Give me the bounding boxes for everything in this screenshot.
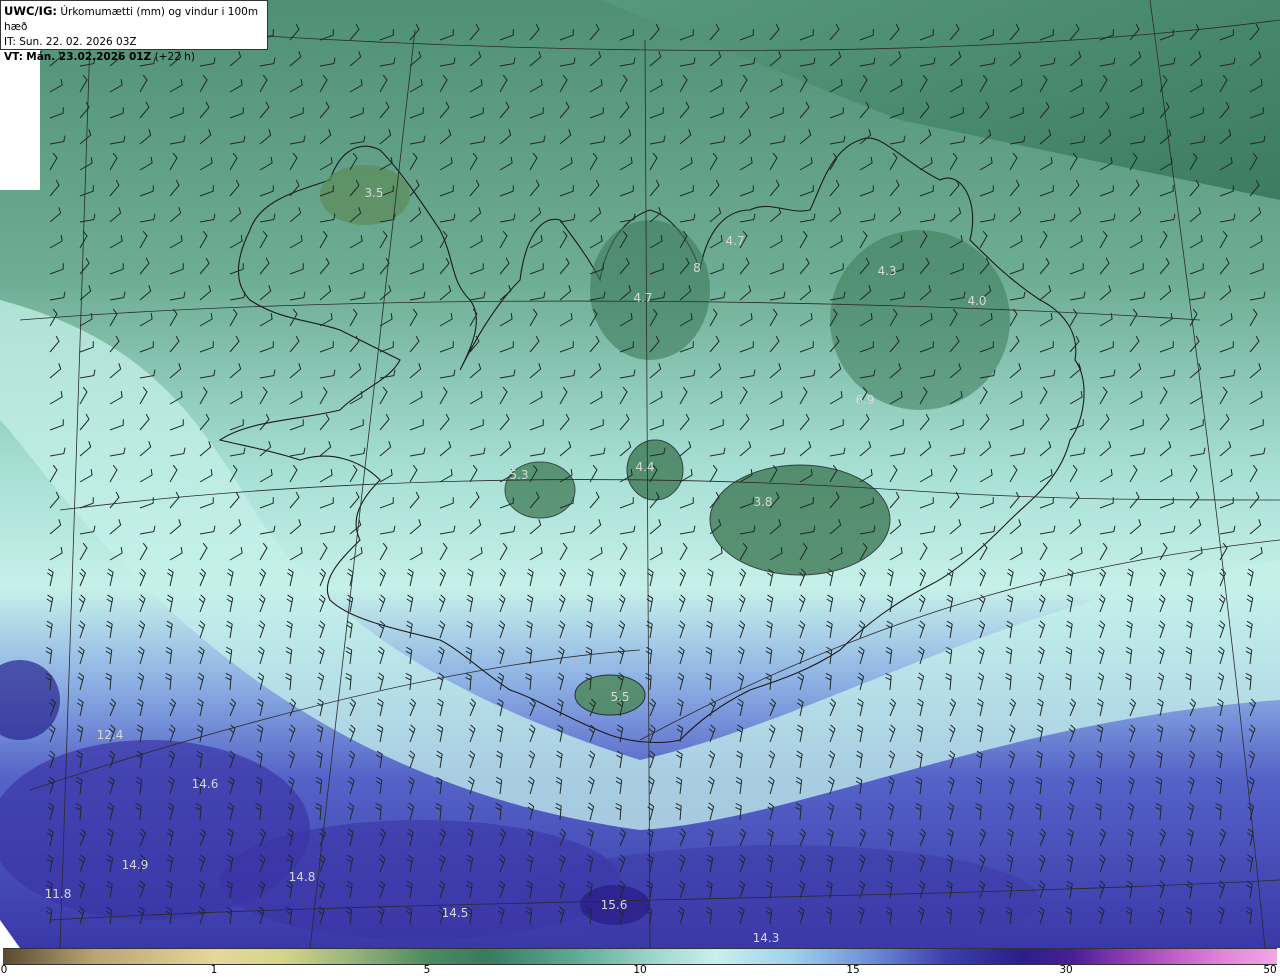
max-label-west-interior: 5.3	[509, 468, 528, 482]
colorbar-tick-15: 15	[846, 964, 860, 976]
max-label-sw-ocean-c: 14.9	[122, 858, 149, 872]
init-time: IT: Sun. 22. 02. 2026 03Z	[4, 36, 137, 48]
colorbar-tick-5: 5	[423, 964, 431, 976]
max-label-s-ocean-a: 14.8	[289, 870, 316, 884]
max-label-s-ocean-d: 14.3	[753, 931, 780, 945]
map-canvas: 3.5 4.7 4.7 8 4.3 4.0 6.9 5.3 4.4 3.8 5.5 12.4 14.6 1…	[0, 0, 1280, 948]
max-label-vatnajokull: 3.8	[753, 495, 772, 509]
lead-time: (+22 h)	[154, 51, 195, 63]
max-label-south-myrdalsjokull: 5.5	[610, 690, 629, 704]
valid-line: VT: Mán. 23.02.2026 01Z (+22 h)	[4, 50, 267, 65]
max-label-east-interior: 6.9	[855, 393, 874, 407]
valid-time: Mán. 23.02.2026 01Z	[26, 51, 152, 63]
max-label-north-central-a: 4.7	[725, 234, 744, 248]
max-label-sw-ocean-a: 12.4	[97, 728, 124, 742]
max-label-east: 4.0	[967, 294, 986, 308]
model-prefix: UWC/IG:	[4, 4, 57, 18]
max-label-central-interior: 4.4	[635, 460, 654, 474]
colorbar-tick-30: 30	[1059, 964, 1073, 976]
max-label-north-central-b: 4.7	[633, 291, 652, 305]
colorbar-tick-1: 1	[210, 964, 218, 976]
colorbar-tick-10: 10	[633, 964, 647, 976]
max-label-westfjords: 3.5	[364, 186, 383, 200]
max-label-s-ocean-b: 14.5	[442, 906, 469, 920]
colorbar-tick-50: 50	[1263, 964, 1277, 976]
east-highland	[830, 230, 1010, 410]
max-label-sw-ocean-d: 11.8	[45, 887, 72, 901]
max-label-s-ocean-c: 15.6	[601, 898, 628, 912]
valid-prefix: VT:	[4, 51, 23, 63]
max-label-sw-ocean-b: 14.6	[192, 777, 219, 791]
max-label-north-central-c: 8	[693, 261, 701, 275]
max-label-northeast: 4.3	[877, 264, 896, 278]
precipitation-map[interactable]: 3.5 4.7 4.7 8 4.3 4.0 6.9 5.3 4.4 3.8 5.5 12.4 14.6 1…	[0, 0, 1280, 948]
colorbar-tick-0: 0	[0, 964, 8, 976]
colorbar: 0 1 5 10 15 30 50	[0, 948, 1280, 978]
colorbar-gradient	[3, 948, 1277, 965]
info-box: UWC/IG: Úrkomumætti (mm) og vindur i 100…	[0, 0, 268, 63]
north-highland-a	[590, 220, 710, 360]
title-line: UWC/IG: Úrkomumætti (mm) og vindur i 100…	[4, 4, 267, 35]
